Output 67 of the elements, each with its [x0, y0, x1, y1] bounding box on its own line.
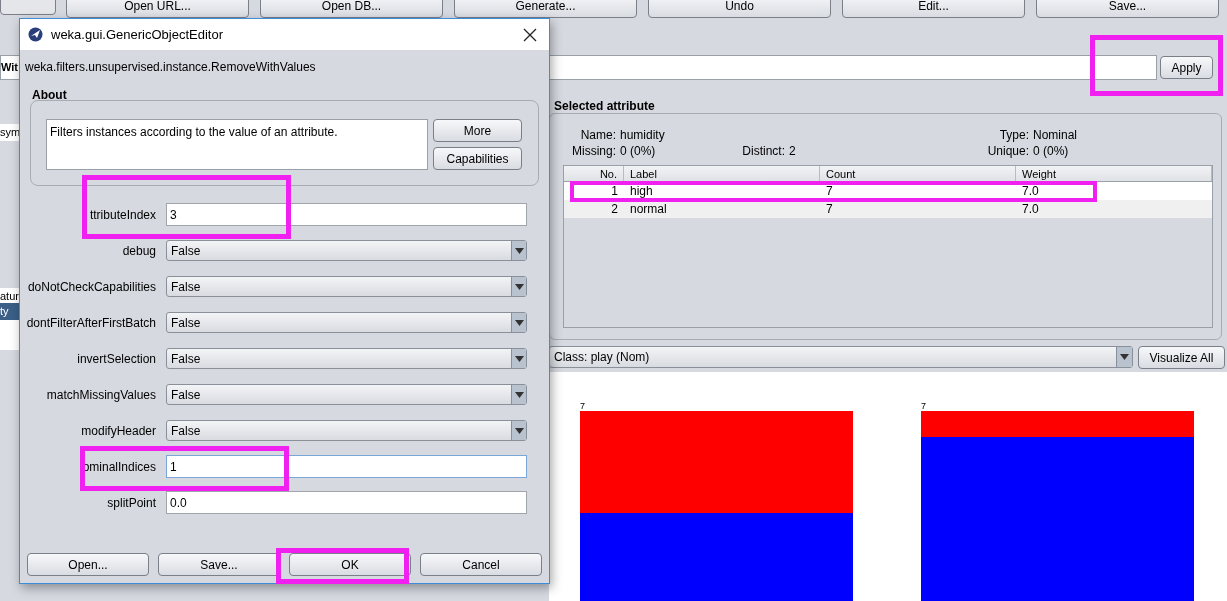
- table-cell-text: 7.0: [1021, 183, 1040, 200]
- table-cell-text: 1: [610, 183, 619, 200]
- section-title: About: [31, 87, 68, 100]
- dialog-button[interactable]: Cancel: [420, 553, 542, 576]
- dialog-button[interactable]: OK: [289, 553, 411, 576]
- bar-count-label: 7: [580, 402, 585, 411]
- bird-logo-icon: [28, 27, 43, 42]
- column-header[interactable]: No.: [564, 166, 624, 181]
- column-header[interactable]: Weight: [1016, 166, 1212, 181]
- property-label: ominalIndices: [81, 458, 157, 476]
- field-label: Distinct:: [741, 143, 785, 160]
- about-button[interactable]: More: [433, 119, 522, 142]
- property-label: modifyHeader: [80, 422, 157, 440]
- about-text: Filters instances according to the value of an attribute.: [46, 119, 428, 170]
- property-dropdown[interactable]: False: [166, 240, 527, 261]
- attribute-list-item[interactable]: sym: [0, 124, 19, 141]
- field-value: 0 (0%): [620, 143, 656, 160]
- property-input[interactable]: 3: [166, 203, 527, 226]
- column-header[interactable]: Count: [820, 166, 1016, 181]
- property-label: doNotCheckCapabilities: [26, 278, 157, 296]
- field-label: Name:: [579, 127, 616, 144]
- field-value: 0 (0%): [1033, 143, 1069, 160]
- attribute-list-item[interactable]: ty: [0, 303, 19, 320]
- field-value: Nominal: [1033, 127, 1077, 144]
- table-cell-text: high: [629, 183, 654, 200]
- visualize-all-button[interactable]: Visualize All: [1138, 346, 1225, 369]
- dialog-button[interactable]: Open...: [27, 553, 149, 576]
- field-value: humidity: [620, 127, 665, 144]
- table-row[interactable]: 2 normal 7 7.0: [564, 200, 1212, 218]
- window-title: weka.gui.GenericObjectEditor: [51, 25, 224, 44]
- property-label: invertSelection: [76, 350, 157, 368]
- table-cell-text: normal: [629, 201, 668, 218]
- property-label: matchMissingValues: [45, 386, 157, 404]
- table-cell-text: 7: [825, 183, 834, 200]
- about-button[interactable]: Capabilities: [433, 147, 522, 170]
- property-dropdown[interactable]: False: [166, 384, 527, 405]
- toolbar-button[interactable]: Open DB...: [260, 0, 443, 18]
- toolbar-button[interactable]: Open URL...: [66, 0, 249, 18]
- table-cell-text: 7: [825, 201, 834, 218]
- column-header[interactable]: Label: [624, 166, 820, 181]
- toolbar-button[interactable]: Generate...: [454, 0, 637, 18]
- property-input[interactable]: 0.0: [166, 491, 527, 514]
- property-label: debug: [121, 242, 157, 260]
- toolbar-button[interactable]: Edit...: [842, 0, 1025, 18]
- property-dropdown[interactable]: False: [166, 312, 527, 333]
- property-dropdown[interactable]: False: [166, 276, 527, 297]
- property-dropdown[interactable]: False: [166, 420, 527, 441]
- section-title: Selected attribute: [554, 98, 655, 115]
- field-label: Type:: [998, 127, 1029, 144]
- property-label: ttributeIndex: [88, 206, 157, 224]
- apply-button[interactable]: Apply: [1160, 56, 1213, 79]
- filter-name: Wit: [1, 60, 18, 76]
- field-label: Missing:: [571, 143, 616, 160]
- toolbar-button[interactable]: Undo: [648, 0, 831, 18]
- property-label: dontFilterAfterFirstBatch: [25, 314, 157, 332]
- property-label: splitPoint: [106, 494, 157, 512]
- property-input[interactable]: 1: [166, 455, 527, 478]
- class-name-label: weka.filters.unsupervised.instance.RemoveWithValues: [24, 59, 317, 76]
- toolbar-button[interactable]: Save...: [1036, 0, 1219, 18]
- close-icon[interactable]: [523, 27, 537, 42]
- property-dropdown[interactable]: False: [166, 348, 527, 369]
- bar-count-label: 7: [921, 402, 926, 411]
- table-cell-text: 2: [610, 201, 619, 218]
- table-cell-text: 7.0: [1021, 201, 1040, 218]
- class-dropdown[interactable]: Class: play (Nom): [549, 346, 1133, 368]
- field-label: Unique:: [986, 143, 1029, 160]
- field-value: 2: [789, 143, 796, 160]
